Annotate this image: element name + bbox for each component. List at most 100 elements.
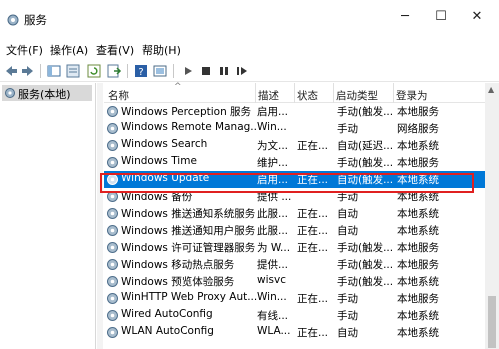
cell-description: 提供... <box>257 259 289 271</box>
service-gear-icon <box>107 276 118 287</box>
pause-service-icon[interactable] <box>216 63 232 79</box>
help-icon[interactable]: ? <box>133 63 149 79</box>
scroll-up-icon[interactable]: ▲ <box>488 85 494 94</box>
column-header-logon-as[interactable]: 登录为 <box>396 88 428 103</box>
cell-logon-as: 本地服务 <box>397 157 439 169</box>
table-row[interactable]: WLAN AutoConfig WLA... 正在... 自动 本地系统 <box>104 324 485 341</box>
cell-logon-as: 本地服务 <box>397 106 439 118</box>
table-row[interactable]: WinHTTP Web Proxy Aut... Win... 正在... 手动 本地服… <box>104 290 485 307</box>
menu-help[interactable]: 帮助(H) <box>142 42 181 58</box>
table-row[interactable]: Windows Remote Manag... Win... 手动 网络服务 <box>104 120 485 137</box>
export-list-icon[interactable] <box>106 63 122 79</box>
service-gear-icon <box>107 208 118 219</box>
console-icon[interactable] <box>152 63 168 79</box>
show-tree-icon[interactable] <box>46 63 62 79</box>
toolbar-separator <box>127 64 128 78</box>
cell-name: WinHTTP Web Proxy Aut... <box>121 291 257 303</box>
cell-status: 正在... <box>297 225 329 237</box>
toolbar-separator <box>173 64 174 78</box>
service-gear-icon <box>107 310 118 321</box>
cell-name: Windows 推送通知用户服务 <box>121 225 256 237</box>
menu-bar: 文件(F) 操作(A) 查看(V) 帮助(H) <box>0 40 499 58</box>
column-header-name[interactable]: 名称 <box>108 88 129 103</box>
column-divider[interactable] <box>333 83 334 103</box>
cell-startup-type: 手动(触发... <box>337 157 393 169</box>
cell-name: Windows Search <box>121 138 208 150</box>
maximize-button[interactable]: ☐ <box>421 6 461 28</box>
table-header: ^ 名称 描述 状态 启动类型 登录为 <box>104 82 485 103</box>
pane-splitter[interactable] <box>97 83 103 349</box>
cell-startup-type: 手动(触发... <box>337 259 393 271</box>
column-divider[interactable] <box>294 83 295 103</box>
services-gear-icon <box>5 88 15 98</box>
cell-logon-as: 本地服务 <box>397 259 439 271</box>
cell-status: 正在... <box>297 140 329 152</box>
back-arrow-icon[interactable] <box>3 63 19 79</box>
menu-file[interactable]: 文件(F) <box>6 42 43 58</box>
restart-service-icon[interactable] <box>234 63 250 79</box>
cell-status: 正在... <box>297 293 329 305</box>
service-gear-icon <box>107 242 118 253</box>
start-service-icon[interactable] <box>180 63 196 79</box>
cell-logon-as: 本地系统 <box>397 310 439 322</box>
table-row[interactable]: Wired AutoConfig 有线... 手动 本地系统 <box>104 307 485 324</box>
cell-startup-type: 自动(延迟... <box>337 140 393 152</box>
cell-name: WLAN AutoConfig <box>121 325 214 337</box>
title-bar: 服务 ─ ☐ ✕ <box>0 0 499 34</box>
cell-description: 有线... <box>257 310 289 322</box>
cell-description: Win... <box>257 291 287 303</box>
svg-text:?: ? <box>138 67 143 78</box>
cell-startup-type: 自动 <box>337 208 358 220</box>
properties-icon[interactable] <box>65 63 81 79</box>
table-row[interactable]: Windows 推送通知用户服务 此服... 正在... 自动 本地系统 <box>104 222 485 239</box>
cell-name: Windows 预览体验服务 <box>121 276 235 288</box>
cell-description: 为文... <box>257 140 289 152</box>
column-header-status[interactable]: 状态 <box>297 88 318 103</box>
tree-item-services-local[interactable]: 服务(本地) <box>2 85 92 101</box>
service-gear-icon <box>107 140 118 151</box>
cell-name: Windows Remote Manag... <box>121 121 257 133</box>
table-row[interactable]: Windows Perception 服务 启用... 手动(触发... 本地服务 <box>104 103 485 120</box>
menu-action[interactable]: 操作(A) <box>50 42 88 58</box>
cell-description: 此服... <box>257 225 289 237</box>
service-gear-icon <box>107 106 118 117</box>
cell-logon-as: 本地服务 <box>397 242 439 254</box>
cell-startup-type: 手动(触发... <box>337 276 393 288</box>
cell-startup-type: 自动 <box>337 225 358 237</box>
window-title: 服务 <box>24 13 47 27</box>
annotation-highlight-box <box>100 173 474 193</box>
forward-arrow-icon[interactable] <box>20 63 36 79</box>
scrollbar-thumb[interactable] <box>488 296 496 348</box>
cell-name: Windows 许可证管理器服务 <box>121 242 256 254</box>
cell-startup-type: 手动 <box>337 123 358 135</box>
column-header-description[interactable]: 描述 <box>258 88 279 103</box>
close-button[interactable]: ✕ <box>457 6 497 28</box>
table-row[interactable]: Windows Search 为文... 正在... 自动(延迟... 本地系统 <box>104 137 485 154</box>
services-table: ^ 名称 描述 状态 启动类型 登录为 Windows Perception 服… <box>104 82 485 349</box>
cell-logon-as: 网络服务 <box>397 123 439 135</box>
table-row[interactable]: Windows 许可证管理器服务为 W... 正在... 手动(触发... 本地服务 <box>104 239 485 256</box>
vertical-scrollbar[interactable]: ▲ <box>485 83 499 349</box>
column-divider[interactable] <box>393 83 394 103</box>
stop-service-icon[interactable] <box>198 63 214 79</box>
cell-description: Win... <box>257 121 287 133</box>
service-gear-icon <box>107 123 118 134</box>
column-header-startup-type[interactable]: 启动类型 <box>336 88 378 103</box>
cell-status: 正在... <box>297 242 329 254</box>
minimize-button[interactable]: ─ <box>385 6 425 28</box>
refresh-icon[interactable] <box>86 63 102 79</box>
table-row[interactable]: Windows 推送通知系统服务 此服... 正在... 自动 本地系统 <box>104 205 485 222</box>
cell-name: Windows 推送通知系统服务 <box>121 208 256 220</box>
table-row[interactable]: Windows 预览体验服务 wisvc 手动(触发... 本地系统 <box>104 273 485 290</box>
table-row[interactable]: Windows 移动热点服务 提供... 手动(触发... 本地服务 <box>104 256 485 273</box>
cell-name: Windows Perception 服务 <box>121 106 252 118</box>
toolbar: ? <box>0 60 499 82</box>
cell-status: 正在... <box>297 208 329 220</box>
column-divider[interactable] <box>255 83 256 103</box>
table-row[interactable]: Windows Time 维护... 手动(触发... 本地服务 <box>104 154 485 171</box>
cell-logon-as: 本地系统 <box>397 225 439 237</box>
service-gear-icon <box>107 327 118 338</box>
cell-status: 正在... <box>297 327 329 339</box>
service-gear-icon <box>107 293 118 304</box>
menu-view[interactable]: 查看(V) <box>96 42 134 58</box>
